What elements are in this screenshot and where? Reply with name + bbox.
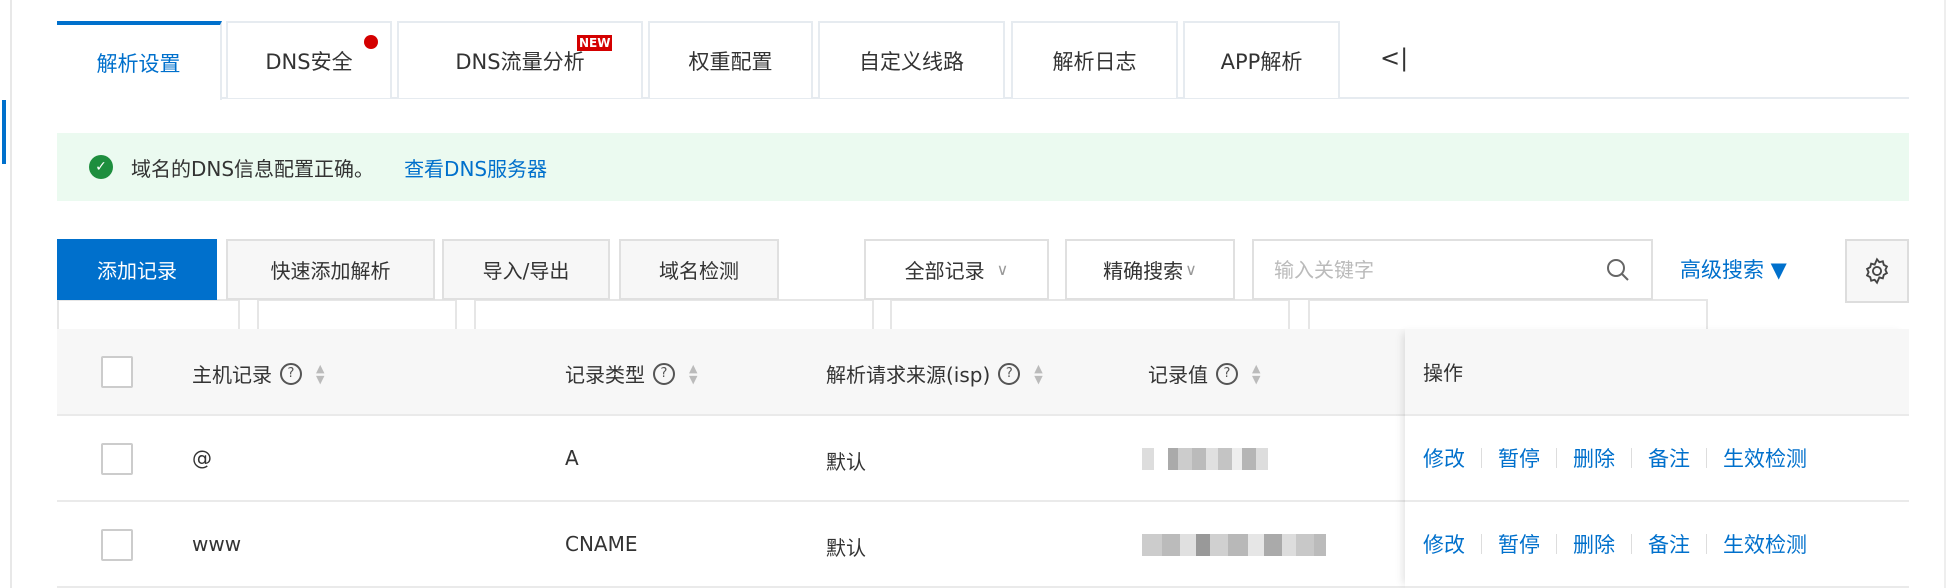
tab-label: 解析日志 bbox=[1052, 49, 1137, 74]
alert-text: 域名的DNS信息配置正确。 bbox=[131, 156, 375, 181]
tab-weight[interactable]: 权重配置 bbox=[648, 21, 813, 98]
row-actions: 修改 暂停 删除 备注 生效检测 bbox=[1405, 502, 1909, 588]
new-badge: NEW bbox=[577, 35, 613, 51]
header-label: 解析请求来源(isp) bbox=[826, 363, 991, 387]
match-mode-select[interactable]: 精确搜索 ∨ bbox=[1065, 239, 1235, 300]
add-record-button[interactable]: 添加记录 bbox=[57, 239, 217, 300]
settings-button[interactable] bbox=[1845, 239, 1909, 303]
domain-check-button[interactable]: 域名检测 bbox=[619, 239, 779, 300]
delete-link[interactable]: 删除 bbox=[1573, 443, 1615, 473]
pause-link[interactable]: 暂停 bbox=[1498, 529, 1540, 559]
view-dns-servers-link[interactable]: 查看DNS服务器 bbox=[404, 153, 547, 182]
col-value[interactable]: 记录值? ▲ ▼ bbox=[1148, 359, 1260, 388]
header-label: 记录类型 bbox=[565, 363, 645, 387]
tab-logs[interactable]: 解析日志 bbox=[1011, 21, 1178, 98]
tab-dns-settings[interactable]: 解析设置 bbox=[57, 21, 222, 100]
isp-cell: 默认 bbox=[826, 536, 866, 560]
actions-column: 操作 修改 暂停 删除 备注 生效检测 修改 暂停 删除 备注 生效检测 bbox=[1405, 329, 1909, 588]
tab-label: APP解析 bbox=[1220, 49, 1303, 74]
right-divider bbox=[1944, 0, 1946, 588]
col-actions: 操作 bbox=[1405, 329, 1909, 416]
dns-status-alert: ✓ 域名的DNS信息配置正确。 查看DNS服务器 bbox=[57, 133, 1909, 201]
select-value: 精确搜索 bbox=[1103, 259, 1184, 283]
row-checkbox[interactable] bbox=[101, 529, 133, 561]
sort-icon[interactable]: ▲ ▼ bbox=[689, 363, 697, 385]
header-label: 记录值 bbox=[1148, 363, 1208, 387]
help-icon[interactable]: ? bbox=[280, 362, 302, 385]
tab-label: 解析设置 bbox=[96, 51, 181, 76]
collapse-tabs-button[interactable]: <| bbox=[1380, 44, 1408, 72]
help-icon[interactable]: ? bbox=[1216, 362, 1238, 385]
header-label: 主机记录 bbox=[192, 363, 272, 387]
remark-link[interactable]: 备注 bbox=[1648, 529, 1690, 559]
help-icon[interactable]: ? bbox=[998, 362, 1021, 385]
row-actions: 修改 暂停 删除 备注 生效检测 bbox=[1405, 416, 1909, 502]
type-cell: CNAME bbox=[565, 532, 638, 556]
edit-link[interactable]: 修改 bbox=[1423, 529, 1465, 559]
tab-label: 权重配置 bbox=[688, 49, 773, 74]
tab-app[interactable]: APP解析 bbox=[1183, 21, 1340, 98]
chevron-down-icon: ∨ bbox=[996, 260, 1009, 279]
col-isp[interactable]: 解析请求来源(isp)? ▲ ▼ bbox=[826, 359, 1043, 388]
tab-label: 自定义线路 bbox=[859, 49, 964, 74]
sort-icon[interactable]: ▲ ▼ bbox=[316, 363, 324, 385]
select-value: 全部记录 bbox=[904, 259, 985, 283]
tab-dns-security[interactable]: DNS安全 bbox=[226, 21, 392, 98]
host-cell: www bbox=[192, 532, 242, 556]
chevron-down-icon: ∨ bbox=[1185, 260, 1197, 279]
search-box bbox=[1252, 239, 1653, 300]
left-divider bbox=[10, 0, 12, 588]
sort-icon[interactable]: ▲ ▼ bbox=[1034, 363, 1042, 385]
host-cell: @ bbox=[192, 446, 212, 470]
help-icon[interactable]: ? bbox=[653, 362, 675, 385]
check-effect-link[interactable]: 生效检测 bbox=[1723, 443, 1807, 473]
select-all-checkbox[interactable] bbox=[101, 356, 133, 388]
remark-link[interactable]: 备注 bbox=[1648, 443, 1690, 473]
row-checkbox[interactable] bbox=[101, 443, 133, 475]
delete-link[interactable]: 删除 bbox=[1573, 529, 1615, 559]
advanced-search-button[interactable]: 高级搜索 ▼ bbox=[1680, 254, 1787, 284]
tab-label: DNS安全 bbox=[265, 49, 353, 74]
tab-dns-traffic[interactable]: DNS流量分析 NEW bbox=[397, 21, 643, 98]
search-input[interactable] bbox=[1274, 257, 1574, 282]
record-filter-select[interactable]: 全部记录 ∨ bbox=[864, 239, 1049, 300]
sort-icon[interactable]: ▲ ▼ bbox=[1252, 363, 1260, 385]
notification-dot bbox=[364, 35, 378, 49]
tab-bar: 解析设置 DNS安全 DNS流量分析 NEW 权重配置 自定义线路 解析日志 AP… bbox=[57, 21, 1909, 100]
records-table: 主机记录? ▲ ▼ 记录类型? ▲ ▼ 解析请求来源(isp)? ▲ ▼ 记录值? ▲ ▼ @ … bbox=[57, 329, 1909, 588]
redacted-value bbox=[1142, 534, 1326, 556]
isp-cell: 默认 bbox=[826, 450, 866, 474]
gear-icon bbox=[1865, 257, 1889, 285]
tab-label: DNS流量分析 bbox=[455, 49, 585, 74]
check-effect-link[interactable]: 生效检测 bbox=[1723, 529, 1807, 559]
quick-add-button[interactable]: 快速添加解析 bbox=[226, 239, 435, 300]
col-host[interactable]: 主机记录? ▲ ▼ bbox=[192, 359, 324, 388]
search-icon[interactable] bbox=[1605, 257, 1631, 283]
edit-link[interactable]: 修改 bbox=[1423, 443, 1465, 473]
pause-link[interactable]: 暂停 bbox=[1498, 443, 1540, 473]
col-type[interactable]: 记录类型? ▲ ▼ bbox=[565, 359, 697, 388]
tab-custom-line[interactable]: 自定义线路 bbox=[818, 21, 1005, 98]
redacted-value bbox=[1142, 448, 1268, 470]
sidebar-indicator bbox=[2, 100, 6, 164]
import-export-button[interactable]: 导入/导出 bbox=[442, 239, 610, 300]
type-cell: A bbox=[565, 446, 579, 470]
check-circle-icon: ✓ bbox=[89, 155, 113, 179]
